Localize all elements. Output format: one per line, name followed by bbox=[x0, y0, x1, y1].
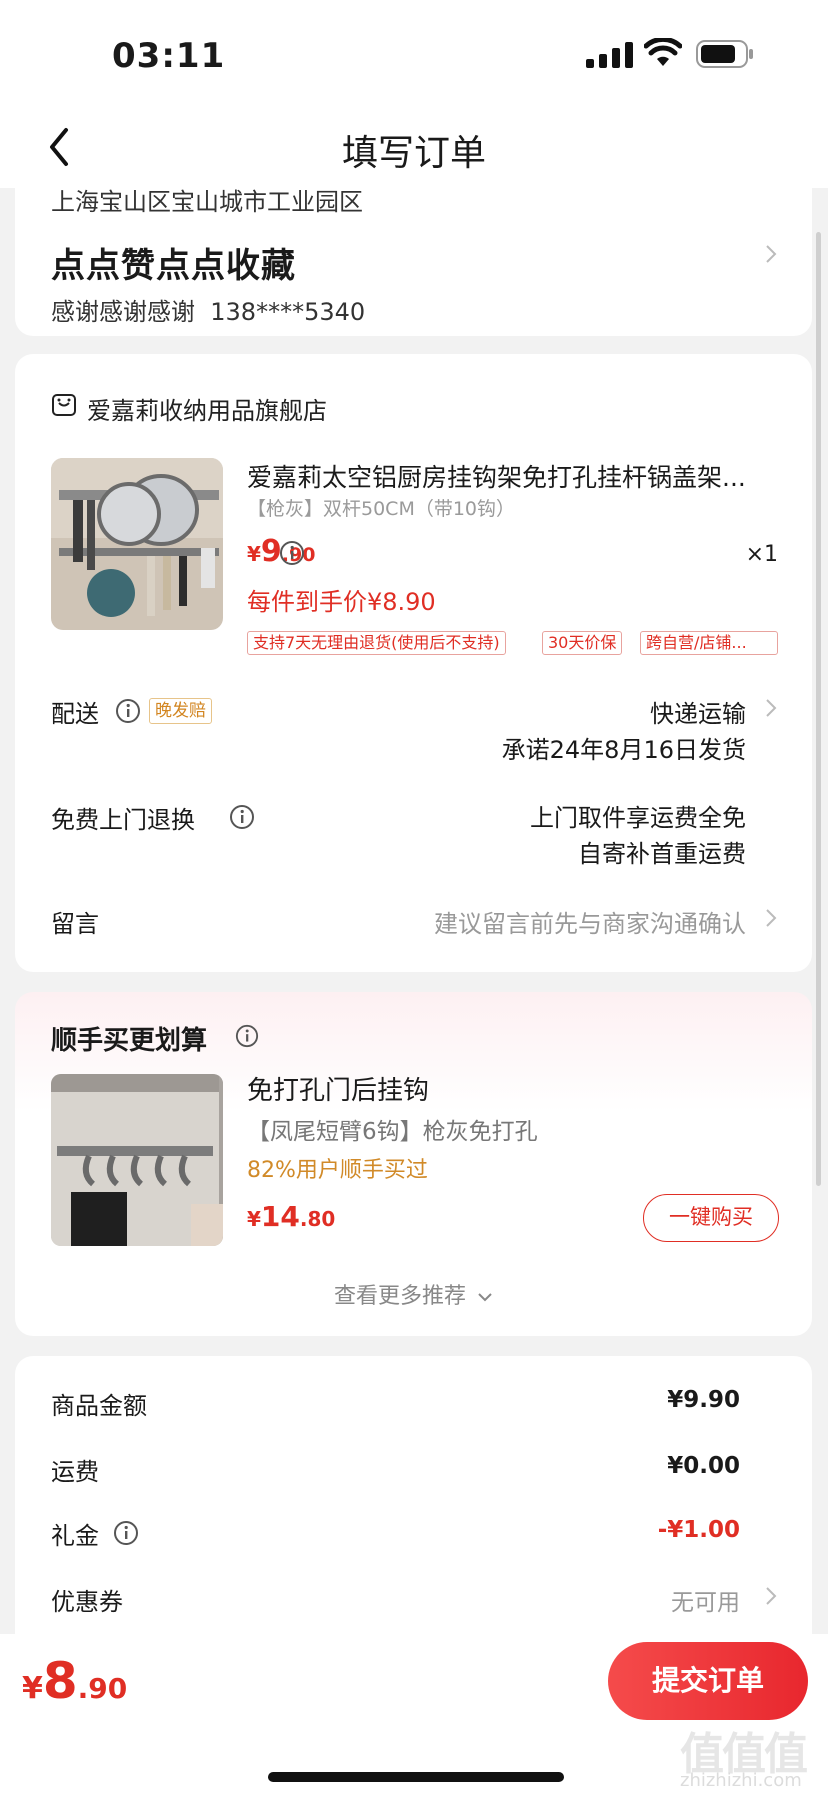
gift-money-label: 礼金 bbox=[51, 1522, 99, 1550]
home-indicator[interactable] bbox=[268, 1772, 564, 1782]
recommend-price: ¥14.80 bbox=[247, 1200, 336, 1233]
more-recommend-label: 查看更多推荐 bbox=[333, 1284, 466, 1309]
recommend-spec: 【凤尾短臂6钩】枪灰免打孔 bbox=[247, 1119, 538, 1145]
address-detail: 点点赞点点收藏 bbox=[51, 246, 296, 286]
store-icon bbox=[52, 394, 76, 416]
recommend-image[interactable] bbox=[51, 1074, 223, 1246]
scrollbar[interactable] bbox=[816, 232, 821, 1186]
return-line-2: 自寄补首重运费 bbox=[578, 840, 746, 868]
service-tag: 跨自营/店铺... bbox=[640, 631, 778, 655]
return-line-1: 上门取件享运费全免 bbox=[530, 804, 746, 832]
delivery-info-icon[interactable] bbox=[115, 698, 141, 724]
address-card[interactable]: 上海宝山区宝山城市工业园区 点点赞点点收藏 感谢感谢感谢 138****5340 bbox=[15, 188, 812, 336]
recommend-card: 顺手买更划算 免打孔门后挂钩 【凤尾短臂6钩】枪灰免打孔 82%用户顺手买过 ¥… bbox=[15, 992, 812, 1336]
message-input[interactable]: 建议留言前先与商家沟通确认 bbox=[434, 904, 746, 939]
gift-money-value: -¥1.00 bbox=[657, 1517, 740, 1543]
late-compensation-badge: 晚发赔 bbox=[149, 698, 212, 724]
status-bar: 03:11 bbox=[0, 0, 828, 110]
one-click-buy-button[interactable]: 一键购买 bbox=[643, 1194, 779, 1242]
chevron-down-icon bbox=[478, 1293, 492, 1302]
product-image[interactable] bbox=[51, 458, 223, 630]
coupon-label: 优惠券 bbox=[51, 1588, 123, 1616]
receiver-phone: 138****5340 bbox=[210, 298, 366, 326]
order-card: 爱嘉莉收纳用品旗舰店 爱嘉莉太空铝厨房挂钩架免打孔挂杆锅盖架... 【枪灰】双杆… bbox=[15, 354, 812, 972]
price-summary-card: 商品金额 ¥9.90 运费 ¥0.00 礼金 -¥1.00 优惠券 无可用 bbox=[15, 1356, 812, 1636]
product-spec[interactable]: 【枪灰】双杆50CM（带10钩） bbox=[247, 494, 515, 521]
delivery-label: 配送 bbox=[51, 700, 99, 728]
status-time: 03:11 bbox=[112, 36, 226, 76]
receiver-name: 感谢感谢感谢 bbox=[51, 298, 195, 326]
return-info-icon[interactable] bbox=[229, 804, 255, 830]
goods-amount-label: 商品金额 bbox=[51, 1392, 147, 1420]
delivery-method[interactable]: 快递运输 bbox=[650, 694, 746, 729]
watermark-url: zhizhizhi.com bbox=[680, 1770, 802, 1791]
recommend-bought: 82%用户顺手买过 bbox=[247, 1158, 428, 1183]
submit-order-button[interactable]: 提交订单 bbox=[608, 1642, 808, 1720]
product-quantity: ×1 bbox=[745, 542, 778, 567]
address-region: 上海宝山区宝山城市工业园区 bbox=[51, 188, 363, 216]
store-name[interactable]: 爱嘉莉收纳用品旗舰店 bbox=[87, 391, 327, 426]
coupon-value[interactable]: 无可用 bbox=[671, 1583, 740, 1617]
return-label: 免费上门退换 bbox=[51, 806, 195, 834]
chevron-right-icon bbox=[765, 244, 777, 264]
each-price: 每件到手价¥8.90 bbox=[247, 588, 436, 616]
shipping-value: ¥0.00 bbox=[667, 1453, 740, 1479]
address-contact: 感谢感谢感谢 138****5340 bbox=[51, 292, 365, 327]
price-info-icon[interactable] bbox=[279, 540, 305, 566]
cellular-signal-icon bbox=[586, 42, 633, 68]
chevron-right-icon bbox=[765, 698, 777, 718]
shipping-label: 运费 bbox=[51, 1458, 99, 1486]
page-title: 填写订单 bbox=[341, 133, 486, 174]
service-tag: 30天价保 bbox=[542, 631, 623, 655]
gift-info-icon[interactable] bbox=[113, 1520, 139, 1546]
total-price: ¥8.90 bbox=[22, 1652, 128, 1710]
service-tag: 支持7天无理由退货(使用后不支持) bbox=[247, 631, 506, 655]
battery-icon bbox=[696, 40, 753, 68]
chevron-right-icon bbox=[765, 1586, 777, 1606]
recommend-info-icon[interactable] bbox=[235, 1024, 259, 1048]
chevron-right-icon bbox=[765, 908, 777, 928]
product-title[interactable]: 爱嘉莉太空铝厨房挂钩架免打孔挂杆锅盖架... bbox=[247, 458, 787, 494]
recommend-name[interactable]: 免打孔门后挂钩 bbox=[247, 1070, 429, 1107]
message-label: 留言 bbox=[51, 910, 99, 938]
wifi-icon bbox=[644, 38, 682, 66]
nav-bar: 填写订单 bbox=[0, 110, 828, 188]
goods-amount-value: ¥9.90 bbox=[667, 1387, 740, 1413]
delivery-promise: 承诺24年8月16日发货 bbox=[501, 736, 746, 764]
recommend-title: 顺手买更划算 bbox=[51, 1026, 208, 1056]
more-recommend-link[interactable]: 查看更多推荐 bbox=[15, 1278, 812, 1310]
